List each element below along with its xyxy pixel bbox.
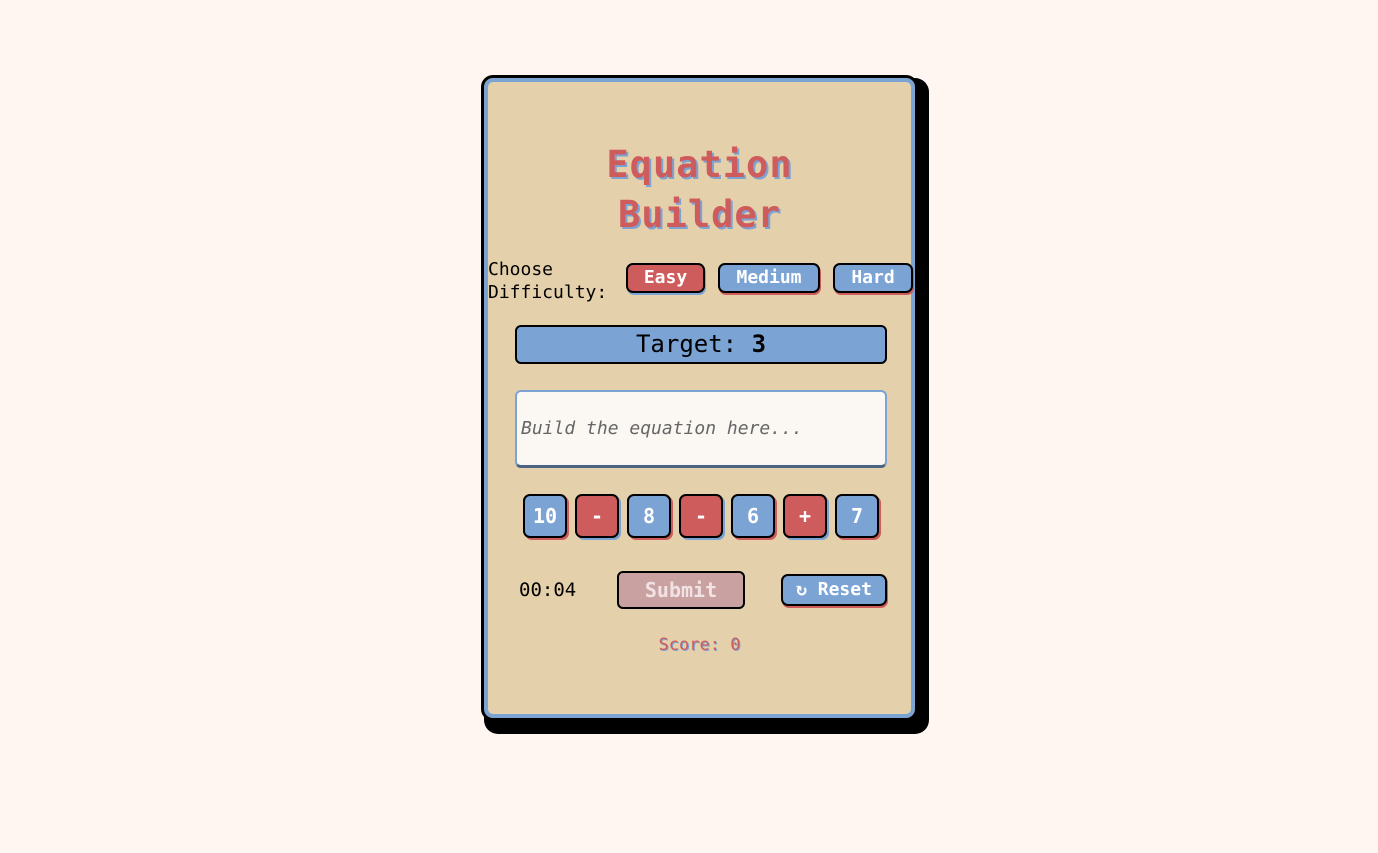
tile-number[interactable]: 7: [835, 494, 879, 538]
tile-operator[interactable]: -: [575, 494, 619, 538]
tile-operator[interactable]: -: [679, 494, 723, 538]
difficulty-label-line-2: Difficulty:: [488, 282, 608, 303]
score-display: Score: 0: [484, 634, 915, 656]
submit-button[interactable]: Submit: [617, 571, 745, 609]
target-value: 3: [751, 330, 767, 358]
reset-icon: ↻: [796, 579, 807, 600]
score-label: Score:: [658, 635, 720, 655]
title-line-2: Builder: [618, 193, 781, 236]
game-title: Equation Builder: [484, 140, 915, 240]
tile-number[interactable]: 8: [627, 494, 671, 538]
tile-operator[interactable]: +: [783, 494, 827, 538]
difficulty-label: Choose Difficulty:: [488, 258, 618, 304]
reset-button[interactable]: ↻ Reset: [781, 574, 887, 606]
difficulty-medium-button[interactable]: Medium: [718, 263, 820, 293]
equation-input[interactable]: [515, 390, 887, 468]
difficulty-label-line-1: Choose: [488, 259, 554, 280]
difficulty-hard-button[interactable]: Hard: [833, 263, 913, 293]
difficulty-easy-button[interactable]: Easy: [626, 263, 705, 293]
target-display: Target: 3: [515, 325, 887, 364]
title-line-1: Equation: [606, 143, 793, 186]
reset-label: Reset: [817, 579, 872, 600]
target-label: Target:: [635, 330, 738, 358]
score-value: 0: [730, 635, 741, 655]
tile-number[interactable]: 10: [523, 494, 567, 538]
tile-number[interactable]: 6: [731, 494, 775, 538]
timer-display: 00:04: [519, 579, 577, 601]
game-card: Equation Builder Choose Difficulty: Easy…: [481, 75, 918, 721]
